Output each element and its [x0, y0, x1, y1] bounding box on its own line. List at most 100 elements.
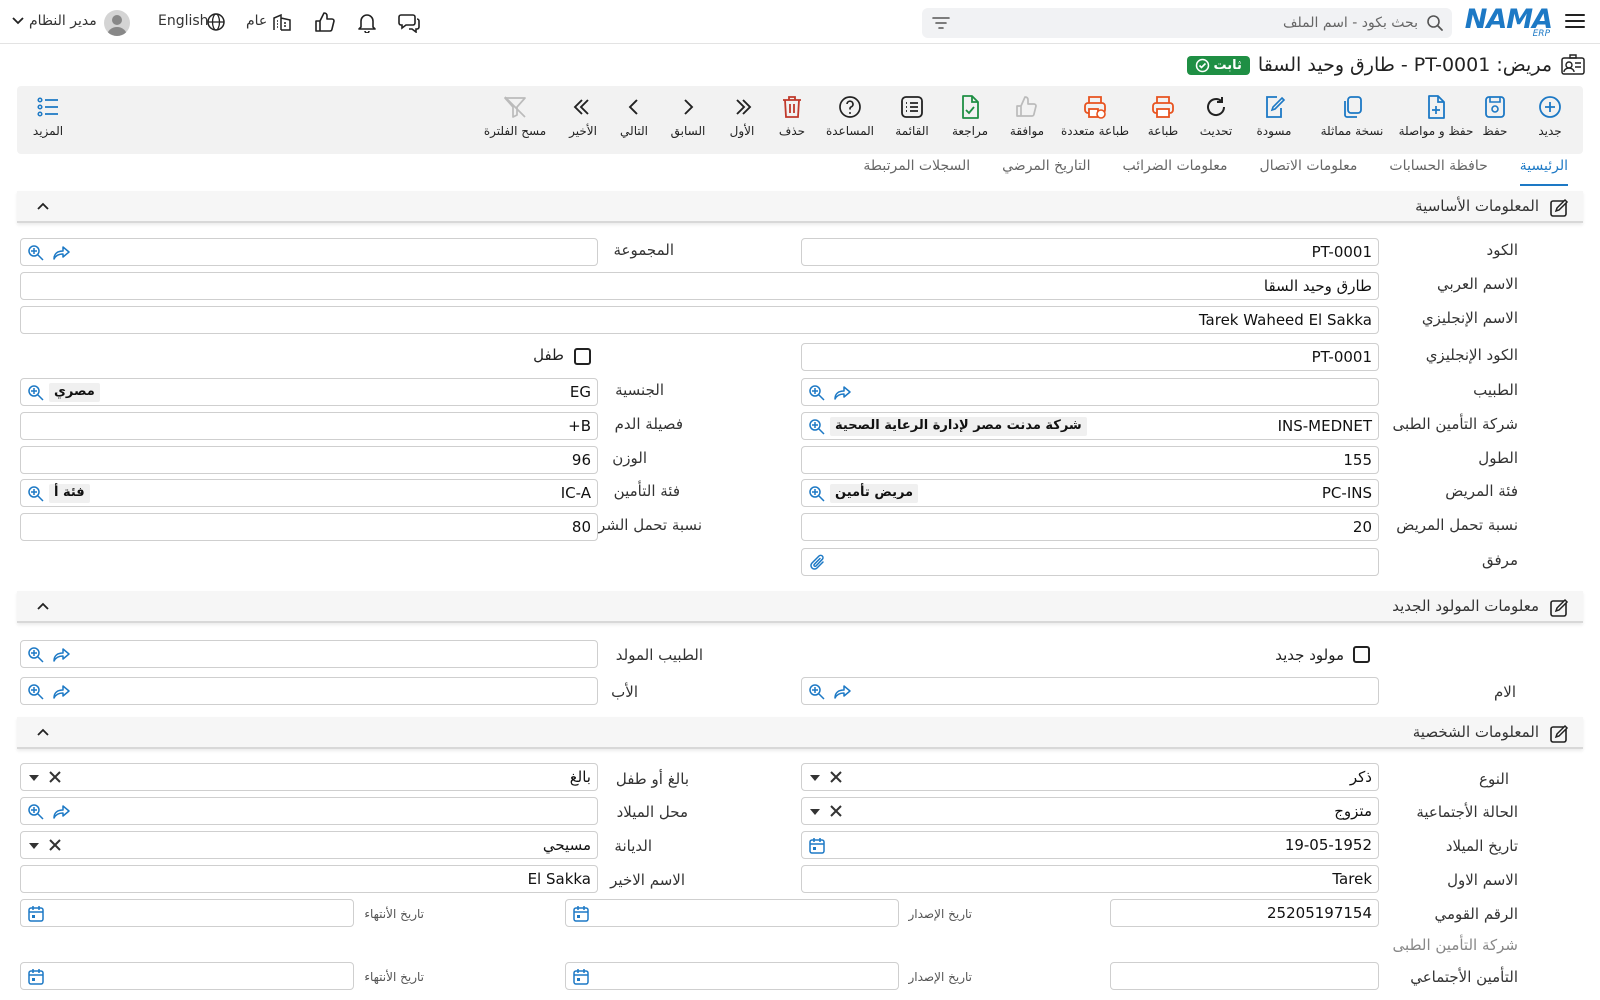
hamburger-menu-icon[interactable] — [1564, 10, 1586, 32]
clear-filter-button[interactable]: مسح الفلترة — [480, 92, 550, 148]
lookup-search-icon[interactable] — [27, 384, 45, 402]
newborn-checkbox[interactable] — [1353, 646, 1370, 663]
chevron-up-icon[interactable] — [37, 601, 49, 611]
clear-x-icon[interactable] — [47, 769, 63, 785]
chevron-up-icon[interactable] — [37, 201, 49, 211]
calendar-icon[interactable] — [808, 837, 826, 855]
duplicate-button[interactable]: نسخة مماثلة — [1315, 92, 1389, 148]
first-button[interactable]: الأول — [711, 92, 773, 148]
messages-icon[interactable] — [398, 11, 420, 33]
branch-label[interactable]: عام — [246, 13, 267, 29]
open-link-icon[interactable] — [53, 684, 71, 700]
gender-select[interactable]: ذكر — [801, 763, 1379, 791]
mother-field[interactable] — [801, 677, 1379, 705]
approve-button[interactable]: موافقة — [996, 92, 1058, 148]
arabic-name-field[interactable]: طارق وحيد السقا — [20, 272, 1379, 300]
issue-date-field[interactable] — [565, 899, 899, 927]
dropdown-arrow-icon[interactable] — [810, 775, 820, 781]
social-insurance-field[interactable] — [1110, 962, 1379, 990]
save-and-continue-button[interactable]: حفظ و مواصلة — [1397, 92, 1475, 148]
filter-icon[interactable] — [932, 15, 950, 31]
dropdown-arrow-icon[interactable] — [29, 843, 39, 849]
paperclip-icon[interactable] — [808, 554, 826, 572]
refresh-button[interactable]: تحديث — [1185, 92, 1247, 148]
child-checkbox[interactable] — [574, 348, 591, 365]
clear-x-icon[interactable] — [828, 769, 844, 785]
english-code-field[interactable]: PT-0001 — [801, 343, 1379, 371]
national-id-field[interactable]: 25205197154 — [1110, 899, 1379, 927]
lookup-search-icon[interactable] — [27, 646, 45, 664]
chevron-up-icon[interactable] — [37, 727, 49, 737]
marital-status-select[interactable]: متزوج — [801, 797, 1379, 825]
social-issue-date-field[interactable] — [565, 962, 899, 990]
lookup-search-icon[interactable] — [808, 384, 826, 402]
search-icon[interactable] — [1426, 14, 1444, 32]
open-link-icon[interactable] — [53, 804, 71, 820]
religion-select[interactable]: مسيحي — [20, 831, 598, 859]
patient-category-field[interactable]: PC-INS مريض تأمين — [801, 479, 1379, 507]
building-icon[interactable] — [272, 12, 294, 34]
chevron-down-icon[interactable] — [12, 16, 24, 26]
doctor-field[interactable] — [801, 378, 1379, 406]
calendar-icon[interactable] — [27, 905, 45, 923]
patient-share-field[interactable]: 20 — [801, 513, 1379, 541]
review-button[interactable]: مراجعة — [939, 92, 1001, 148]
last-button[interactable]: الأخير — [552, 92, 614, 148]
thumbs-up-icon[interactable] — [314, 11, 336, 33]
group-field[interactable] — [20, 238, 598, 266]
user-name[interactable]: مدير النظام — [29, 13, 97, 29]
open-link-icon[interactable] — [53, 245, 71, 261]
tab-contact-info[interactable]: معلومات الاتصال — [1260, 158, 1358, 186]
lookup-search-icon[interactable] — [808, 418, 826, 436]
nationality-field[interactable]: EG مصري — [20, 378, 598, 406]
calendar-icon[interactable] — [572, 905, 590, 923]
lookup-search-icon[interactable] — [27, 803, 45, 821]
adult-child-select[interactable]: بالغ — [20, 763, 598, 791]
tab-main[interactable]: الرئيسية — [1519, 158, 1568, 186]
global-search[interactable] — [922, 8, 1452, 38]
clear-x-icon[interactable] — [47, 837, 63, 853]
birthplace-field[interactable] — [20, 797, 598, 825]
insurance-category-field[interactable]: IC-A فئة أ — [20, 479, 598, 507]
height-field[interactable]: 155 — [801, 446, 1379, 474]
tab-medical-history[interactable]: التاريخ المرضي — [1002, 158, 1090, 186]
draft-button[interactable]: مسودة — [1243, 92, 1305, 148]
globe-icon[interactable] — [206, 12, 228, 34]
code-field[interactable]: PT-0001 — [801, 238, 1379, 266]
first-name-field[interactable]: Tarek — [801, 865, 1379, 893]
tab-accounts[interactable]: حافظة الحسابات — [1389, 158, 1487, 186]
list-button[interactable]: القائمة — [881, 92, 943, 148]
search-input[interactable] — [978, 12, 1418, 34]
birthdate-field[interactable]: 19-05-1952 — [801, 831, 1379, 859]
open-link-icon[interactable] — [53, 647, 71, 663]
insurance-company-field[interactable]: INS-MEDNET شركة مدنت مصر لإدارة الرعاية … — [801, 412, 1379, 440]
print-button[interactable]: طباعة — [1132, 92, 1194, 148]
company-share-field[interactable]: 80 — [20, 513, 598, 541]
clear-x-icon[interactable] — [828, 803, 844, 819]
father-field[interactable] — [20, 677, 598, 705]
app-logo[interactable]: NAMA ERP — [1465, 4, 1553, 39]
lookup-search-icon[interactable] — [808, 683, 826, 701]
blood-type-field[interactable]: B+ — [20, 412, 598, 440]
lookup-search-icon[interactable] — [27, 683, 45, 701]
lookup-search-icon[interactable] — [27, 244, 45, 262]
language-switch[interactable]: English — [158, 13, 209, 29]
calendar-icon[interactable] — [27, 968, 45, 986]
last-name-field[interactable]: El Sakka — [20, 865, 598, 893]
lookup-search-icon[interactable] — [808, 485, 826, 503]
multi-print-button[interactable]: طباعة متعددة — [1051, 92, 1139, 148]
weight-field[interactable]: 96 — [20, 446, 598, 474]
bell-icon[interactable] — [356, 11, 378, 33]
expiry-date-field[interactable] — [20, 899, 354, 927]
open-link-icon[interactable] — [834, 684, 852, 700]
more-button[interactable]: المزيد — [17, 92, 79, 148]
new-button[interactable]: جديد — [1519, 92, 1581, 148]
open-link-icon[interactable] — [834, 385, 852, 401]
avatar[interactable] — [104, 10, 130, 36]
dropdown-arrow-icon[interactable] — [810, 809, 820, 815]
delivery-doctor-field[interactable] — [20, 640, 598, 668]
calendar-icon[interactable] — [572, 968, 590, 986]
social-expiry-date-field[interactable] — [20, 962, 354, 990]
english-name-field[interactable]: Tarek Waheed El Sakka — [20, 306, 1379, 334]
tab-related-records[interactable]: السجلات المرتبطة — [863, 158, 970, 186]
